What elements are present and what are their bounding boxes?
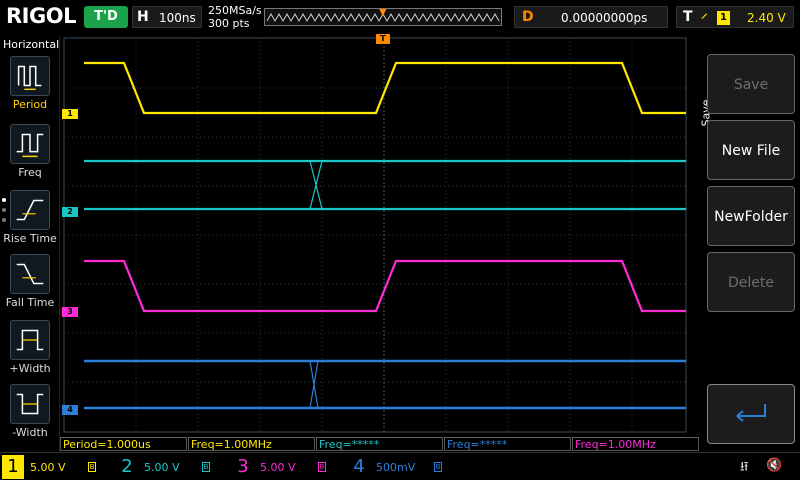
measure-item-label: +Width bbox=[9, 362, 51, 375]
waveform-display[interactable]: T 1 2 3 4 bbox=[62, 34, 690, 436]
timebase-box[interactable]: H 100ns bbox=[132, 6, 202, 28]
trigger-box[interactable]: T ⸍ 1 2.40 V bbox=[676, 6, 794, 28]
channel-4-transition bbox=[309, 360, 319, 409]
memory-depth: 300 pts bbox=[208, 17, 250, 30]
channel-3-marker[interactable]: 3 bbox=[62, 307, 78, 317]
delay-label: D bbox=[522, 9, 534, 25]
measure-item-freq[interactable]: Freq bbox=[0, 124, 60, 179]
acquisition-info: 250MSa/s 300 pts bbox=[208, 4, 262, 30]
measure-item-label: Rise Time bbox=[3, 232, 57, 245]
measure-item-rise-time[interactable]: Rise Time bbox=[0, 190, 60, 245]
channel-1-marker[interactable]: 1 bbox=[62, 109, 78, 119]
timebase-value: 100ns bbox=[159, 11, 196, 25]
channel-3-scale[interactable]: 3 5.00 V B bbox=[232, 455, 340, 479]
trigger-level: 2.40 V bbox=[747, 11, 786, 25]
delay-value: 0.00000000ps bbox=[561, 11, 648, 25]
measurement-freq-ch2[interactable]: Freq=***** bbox=[316, 437, 443, 451]
measure-item-negative-width[interactable]: -Width bbox=[0, 384, 60, 439]
return-icon bbox=[736, 404, 766, 422]
negative-width-icon bbox=[10, 384, 50, 424]
measure-item-label: Freq bbox=[18, 166, 42, 179]
channel-1-trace bbox=[84, 61, 686, 115]
channel-status-bar: 1 5.00 V B 2 5.00 V B 3 5.00 V B 4 500mV… bbox=[0, 452, 800, 480]
frequency-icon bbox=[10, 124, 50, 164]
measure-item-label: Period bbox=[12, 98, 48, 111]
channel-2-transition bbox=[309, 160, 323, 210]
waveform-canvas bbox=[63, 37, 687, 433]
new-folder-button[interactable]: NewFolder bbox=[707, 186, 795, 246]
channel-2-number: 2 bbox=[121, 456, 133, 477]
channel-1-scale[interactable]: 1 5.00 V B bbox=[2, 455, 110, 479]
channel-4-number: 4 bbox=[353, 456, 365, 477]
measurement-results-bar: Period=1.000us Freq=1.00MHz Freq=***** F… bbox=[60, 437, 700, 451]
rising-edge-icon: ⸍ bbox=[701, 12, 708, 27]
measure-item-period[interactable]: Period bbox=[0, 56, 60, 111]
measurement-freq-ch1[interactable]: Freq=1.00MHz bbox=[188, 437, 315, 451]
usb-icon: ⭿ bbox=[740, 460, 749, 475]
waveform-overview-bar[interactable]: ▼ bbox=[264, 8, 502, 26]
trigger-label: T bbox=[683, 9, 693, 25]
channel-2-scale[interactable]: 2 5.00 V B bbox=[116, 455, 224, 479]
channel-1-volts-div: 5.00 V bbox=[30, 461, 66, 474]
channel-3-trace bbox=[84, 259, 686, 313]
return-button[interactable] bbox=[707, 384, 795, 444]
delete-button[interactable]: Delete bbox=[707, 252, 795, 312]
measure-item-label: Fall Time bbox=[5, 296, 55, 309]
channel-3-number: 3 bbox=[237, 456, 249, 477]
measure-sidebar: Horizontal Period Freq Rise Time Fall Ti… bbox=[0, 36, 60, 452]
channel-2-coupling-icon: B bbox=[202, 462, 210, 472]
save-button[interactable]: Save bbox=[707, 54, 795, 114]
speaker-muted-icon[interactable]: 🔇 bbox=[766, 458, 782, 473]
brand-logo: RIGOL bbox=[6, 4, 76, 28]
fall-time-icon bbox=[10, 254, 50, 294]
channel-1-coupling-icon: B bbox=[88, 462, 96, 472]
measure-category-title: Horizontal bbox=[3, 38, 60, 51]
rise-time-icon bbox=[10, 190, 50, 230]
channel-3-coupling-icon: B bbox=[318, 462, 326, 472]
channel-1-number: 1 bbox=[2, 455, 24, 479]
measurement-period-ch1[interactable]: Period=1.000us bbox=[60, 437, 187, 451]
measure-item-fall-time[interactable]: Fall Time bbox=[0, 254, 60, 309]
softkey-menu: Save Save New File NewFolder Delete bbox=[700, 36, 800, 452]
channel-2-marker[interactable]: 2 bbox=[62, 207, 78, 217]
measurement-freq-ch4[interactable]: Freq=***** bbox=[444, 437, 571, 451]
channel-4-marker[interactable]: 4 bbox=[62, 405, 78, 415]
graticule-grid bbox=[64, 38, 686, 432]
trigger-position-marker[interactable]: T bbox=[376, 34, 390, 44]
top-status-bar: RIGOL T'D H 100ns 250MSa/s 300 pts ▼ D 0… bbox=[0, 0, 800, 36]
measurement-freq-ch3[interactable]: Freq=1.00MHz bbox=[572, 437, 699, 451]
trigger-source: 1 bbox=[717, 11, 730, 25]
period-icon bbox=[10, 56, 50, 96]
measure-item-label: -Width bbox=[12, 426, 48, 439]
delay-box[interactable]: D 0.00000000ps bbox=[514, 6, 668, 28]
measure-item-positive-width[interactable]: +Width bbox=[0, 320, 60, 375]
channel-3-volts-div: 5.00 V bbox=[260, 461, 296, 474]
run-status-badge[interactable]: T'D bbox=[84, 6, 128, 28]
timebase-label: H bbox=[137, 9, 149, 25]
channel-4-scale[interactable]: 4 500mV B bbox=[348, 455, 456, 479]
channel-4-coupling-icon: B bbox=[434, 462, 442, 472]
sample-rate: 250MSa/s bbox=[208, 4, 262, 17]
overview-trigger-marker: ▼ bbox=[379, 8, 387, 18]
positive-width-icon bbox=[10, 320, 50, 360]
channel-2-volts-div: 5.00 V bbox=[144, 461, 180, 474]
channel-4-volts-div: 500mV bbox=[376, 461, 416, 474]
new-file-button[interactable]: New File bbox=[707, 120, 795, 180]
